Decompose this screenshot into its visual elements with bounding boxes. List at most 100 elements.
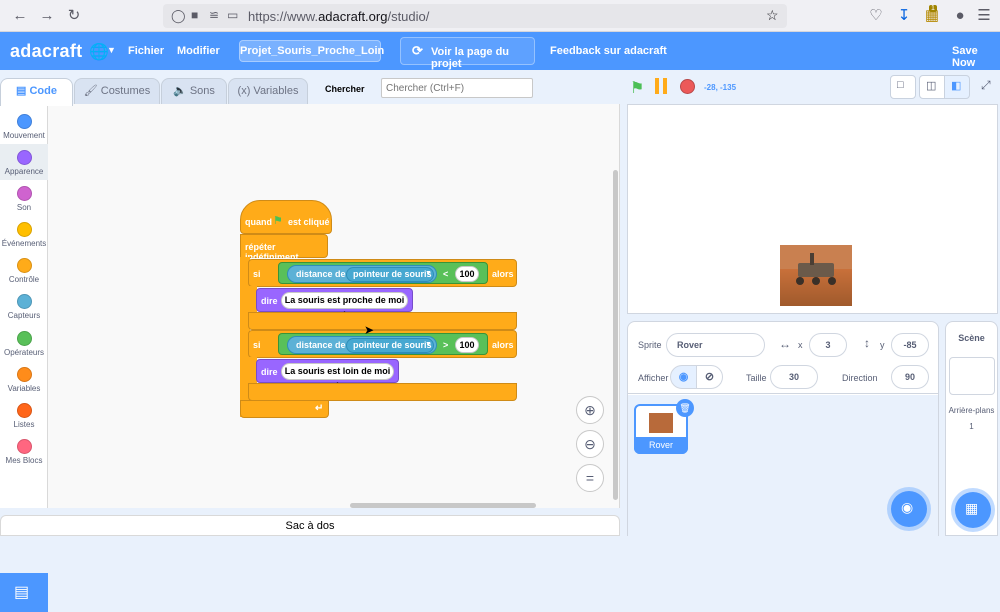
tab-code[interactable]: ▤ Code	[0, 78, 73, 106]
logo[interactable]: adacraft	[10, 41, 82, 62]
category-motion[interactable]: Mouvement	[0, 108, 48, 144]
menu-icon[interactable]: ☰	[975, 7, 993, 25]
edit-menu[interactable]: Modifier	[177, 45, 220, 57]
stop-button[interactable]	[680, 79, 695, 94]
url-path: /studio/	[387, 9, 430, 24]
extension-add-icon: ▤	[14, 584, 30, 601]
x-input[interactable]: 3	[809, 333, 847, 357]
tab-costumes[interactable]: 🖌 Costumes	[74, 78, 160, 105]
search-input[interactable]	[381, 78, 533, 98]
say-text-input[interactable]: La souris est loin de moi !	[281, 363, 394, 391]
show-visible-toggle[interactable]: ◉	[670, 365, 697, 389]
save-now-button[interactable]: Save Now	[952, 45, 1000, 69]
lock-icon[interactable]: ■	[191, 8, 198, 22]
category-control[interactable]: Contrôle	[0, 252, 48, 288]
greater-than-operator[interactable]: distance de pointeur de souris ▼ > 100	[278, 333, 488, 355]
add-backdrop-button[interactable]: ▦	[955, 492, 991, 528]
say-block-1[interactable]: dire La souris est proche de moi !	[256, 288, 413, 320]
backpack-bar[interactable]: Sac à dos	[0, 515, 620, 536]
when-label: quand	[245, 217, 272, 227]
say-block-2[interactable]: dire La souris est loin de moi !	[256, 359, 399, 391]
url-prefix: https://www.	[248, 9, 319, 24]
delete-sprite-button[interactable]: 🗑	[676, 399, 694, 417]
url-text[interactable]: https://www.adacraft.org/studio/	[248, 9, 429, 24]
chevron-down-icon: ▼	[425, 270, 432, 277]
tab-sounds[interactable]: 🔈 Sons	[161, 78, 227, 105]
sprite-name-input[interactable]: Rover	[666, 333, 765, 357]
stage-target-panel[interactable]: Scène Arrière-plans 1 ▦	[945, 321, 998, 536]
if-block-2[interactable]: si distance de pointeur de souris ▼ > 10…	[248, 330, 517, 358]
horizontal-scrollbar[interactable]	[350, 503, 536, 508]
size-input[interactable]: 30	[770, 365, 818, 389]
feedback-link[interactable]: Feedback sur adacraft	[550, 45, 667, 57]
events-dot-icon	[17, 222, 32, 237]
cat-plus-icon: ◉	[901, 499, 914, 515]
back-arrow-icon[interactable]: ←	[11, 7, 29, 25]
when-flag-clicked-block[interactable]: quand ⚑ est cliqué	[240, 200, 332, 234]
show-hidden-toggle[interactable]: ⊘	[696, 365, 723, 389]
add-extension-button[interactable]: ▤	[0, 573, 48, 612]
mouse-coordinates: -28, -135	[704, 83, 737, 92]
chevron-down-icon[interactable]: ▼	[107, 45, 116, 55]
category-variables[interactable]: Variables	[0, 361, 48, 397]
reload-icon[interactable]: ↻	[65, 7, 83, 25]
forever-footer[interactable]: ↵	[240, 400, 329, 418]
category-looks[interactable]: Apparence	[0, 144, 48, 180]
extensions-puzzle-icon[interactable]: ●	[951, 7, 969, 25]
code-workspace[interactable]: quand ⚑ est cliqué répéter indéfiniment …	[48, 104, 620, 508]
stage-canvas[interactable]	[627, 104, 998, 314]
category-label: Variables	[7, 384, 41, 393]
page-icon[interactable]: ▭	[227, 8, 238, 22]
if-block-1[interactable]: si distance de pointeur de souris ▼ < 10…	[248, 259, 517, 287]
number-input[interactable]: 100	[455, 266, 479, 282]
forward-arrow-icon[interactable]: →	[38, 7, 56, 25]
vertical-scrollbar[interactable]	[613, 170, 618, 500]
zoom-reset-button[interactable]: =	[576, 464, 604, 492]
category-my-blocks[interactable]: Mes Blocs	[0, 433, 48, 469]
distance-to-reporter[interactable]: distance de pointeur de souris ▼	[287, 265, 437, 283]
downloads-icon[interactable]: ↧	[895, 7, 913, 25]
sprite-thumbnail-rover[interactable]: Rover 🗑	[634, 399, 694, 454]
green-flag-icon: ⚑	[273, 215, 283, 227]
zoom-out-button[interactable]: ⊖	[576, 430, 604, 458]
file-menu[interactable]: Fichier	[128, 45, 164, 57]
less-than-operator[interactable]: distance de pointeur de souris ▼ < 100	[278, 262, 488, 284]
distance-to-reporter[interactable]: distance de pointeur de souris ▼	[287, 336, 437, 354]
category-sound[interactable]: Son	[0, 180, 48, 216]
size-label: Taille	[746, 373, 767, 383]
fullscreen-button[interactable]: ⤢	[975, 75, 1000, 99]
forever-block[interactable]: répéter indéfiniment	[240, 234, 328, 262]
mouse-pointer-dropdown[interactable]: pointeur de souris ▼	[346, 267, 434, 282]
category-events[interactable]: Événements	[0, 216, 48, 252]
url-bar[interactable]: ◯ ■ ≌ ▭ https://www.adacraft.org/studio/…	[163, 4, 787, 28]
normal-stage-button[interactable]: ◧	[944, 75, 970, 99]
project-title-field[interactable]: Projet_Souris_Proche_Loin	[239, 40, 384, 62]
backdrop-thumbnail[interactable]	[949, 357, 995, 395]
category-operators[interactable]: Opérateurs	[0, 325, 48, 361]
pocket-icon[interactable]: ♡	[867, 7, 885, 25]
green-flag-button[interactable]: ⚑	[630, 78, 644, 98]
globe-icon[interactable]: 🌐	[89, 42, 109, 62]
permissions-icon[interactable]: ≌	[209, 8, 219, 22]
category-lists[interactable]: Listes	[0, 397, 48, 433]
shield-icon[interactable]: ◯	[171, 8, 186, 24]
y-input[interactable]: -85	[891, 333, 929, 357]
rover-sprite[interactable]	[780, 245, 852, 306]
zoom-in-button[interactable]: ⊕	[576, 396, 604, 424]
category-sensing[interactable]: Capteurs	[0, 288, 48, 324]
bookmark-star-icon[interactable]: ☆	[766, 7, 779, 24]
say-text-input[interactable]: La souris est proche de moi !	[281, 292, 408, 320]
my-blocks-dot-icon	[17, 439, 32, 454]
mouse-pointer-dropdown[interactable]: pointeur de souris ▼	[346, 338, 434, 353]
see-project-button[interactable]: ⟳ Voir la page du projet	[400, 37, 535, 70]
console-button[interactable]: □	[890, 75, 916, 99]
number-input[interactable]: 100	[455, 337, 479, 353]
lists-dot-icon	[17, 403, 32, 418]
small-stage-button[interactable]: ◫	[919, 75, 945, 99]
pause-button[interactable]	[655, 78, 668, 94]
small-stage-icon: ◫	[926, 80, 937, 92]
direction-input[interactable]: 90	[891, 365, 929, 389]
tab-variables[interactable]: (x) Variables	[228, 78, 308, 105]
dropdown-value: pointeur de souris	[353, 340, 432, 350]
add-sprite-button[interactable]: ◉	[891, 491, 927, 527]
